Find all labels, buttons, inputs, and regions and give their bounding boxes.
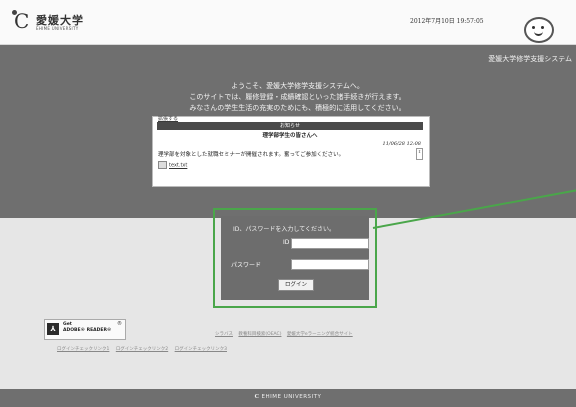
adobe-icon: ⅄ <box>47 323 59 335</box>
login-form: ID、パスワードを入力してください。 ID パスワード ログイン <box>221 216 369 300</box>
footer: C EHIME UNIVERSITY <box>0 389 576 407</box>
id-input[interactable] <box>291 238 369 249</box>
login-check-link-3[interactable]: ログインチェックリンク3 <box>175 347 227 352</box>
notice-box: 拡張する お知らせ 理学部学生の皆さんへ 11/06/28 12:08 理学部を… <box>152 116 430 187</box>
header: C 愛媛大学 EHIME UNIVERSITY 2012年7月10日 19:57… <box>0 0 576 45</box>
mascot-eye-left <box>532 26 535 29</box>
system-name: 愛媛大学修学支援システム <box>488 55 572 63</box>
mascot-eye-right <box>541 26 544 29</box>
welcome-line-3: みなさんの学生生活の充実のためにも、積極的に活用してください。 <box>189 104 406 112</box>
notice-attachment-link[interactable]: text.txt <box>158 161 187 169</box>
password-input[interactable] <box>291 259 369 270</box>
welcome-panel: 愛媛大学修学支援システム ようこそ、愛媛大学修学支援システムへ。 このサイトでは… <box>0 45 576 218</box>
notice-expand-link[interactable]: 拡張する <box>158 115 178 122</box>
welcome-line-2: このサイトでは、履修登録・成績確認といった諸手続きが行えます。 <box>189 93 406 101</box>
adobe-text: Get ADOBE® READER® <box>63 322 111 334</box>
login-button[interactable]: ログイン <box>278 279 314 291</box>
attachment-filename: text.txt <box>169 162 188 169</box>
notice-title: 理学部学生の皆さんへ <box>262 133 318 139</box>
mascot-icon <box>524 17 554 43</box>
resource-links: シラバス 教養科目検索(OEAC) 愛媛大学eラーニング統合サイト <box>215 331 357 337</box>
logo-mark: C <box>14 9 30 33</box>
mascot-mouth <box>534 30 543 36</box>
logo-english-name: EHIME UNIVERSITY <box>36 26 79 31</box>
login-highlight-frame: ID、パスワードを入力してください。 ID パスワード ログイン <box>213 208 377 308</box>
footer-logo: C EHIME UNIVERSITY <box>0 394 576 400</box>
notice-heading: お知らせ <box>157 122 423 130</box>
link-course-search[interactable]: 教養科目検索(OEAC) <box>238 332 281 337</box>
password-label: パスワード <box>231 262 262 269</box>
login-check-link-2[interactable]: ログインチェックリンク2 <box>116 347 168 352</box>
welcome-message: ようこそ、愛媛大学修学支援システムへ。 このサイトでは、履修登録・成績確認といっ… <box>160 81 435 114</box>
welcome-line-1: ようこそ、愛媛大学修学支援システムへ。 <box>231 82 364 90</box>
link-elearning[interactable]: 愛媛大学eラーニング統合サイト <box>287 332 353 337</box>
notice-date: 11/06/28 12:08 <box>382 141 421 147</box>
login-check-link-1[interactable]: ログインチェックリンク1 <box>57 347 109 352</box>
adobe-reader-badge[interactable]: ⅄ Get ADOBE® READER® ® <box>44 319 126 340</box>
current-datetime: 2012年7月10日 19:57:05 <box>410 18 484 25</box>
file-icon <box>158 161 167 169</box>
notice-body: 理学部を対象とした就職セミナーが開催されます。奮ってご参加ください。 <box>158 152 345 158</box>
id-label: ID <box>283 239 290 246</box>
login-instruction: ID、パスワードを入力してください。 <box>233 226 336 233</box>
adobe-line-2: ADOBE® READER® <box>63 328 112 333</box>
footer-logo-mark: C <box>254 394 260 400</box>
adobe-registered-icon: ® <box>117 321 122 327</box>
university-logo[interactable]: C 愛媛大学 EHIME UNIVERSITY <box>12 9 84 37</box>
link-syllabus[interactable]: シラバス <box>215 332 233 337</box>
notice-scrollbar[interactable]: ⇕ <box>416 148 423 160</box>
footer-university-name: EHIME UNIVERSITY <box>261 394 322 400</box>
login-check-links: ログインチェックリンク1 ログインチェックリンク2 ログインチェックリンク3 <box>57 346 232 352</box>
